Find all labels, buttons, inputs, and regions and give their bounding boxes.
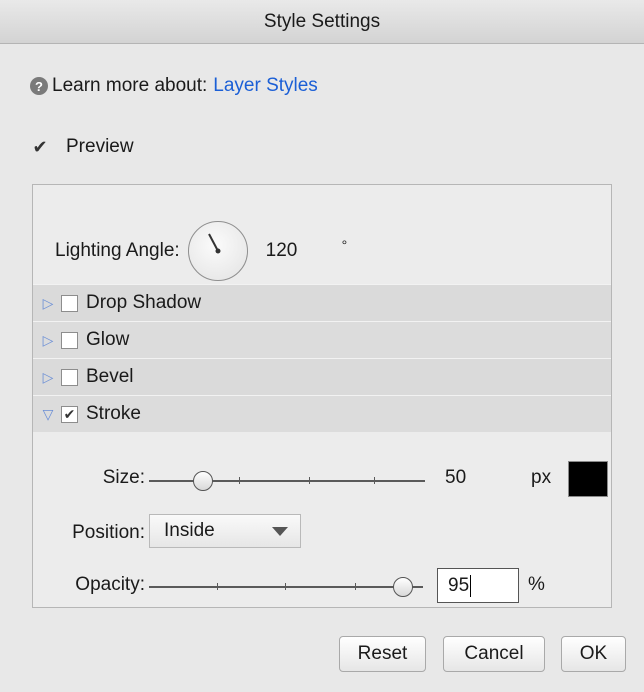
size-slider[interactable] (149, 471, 425, 491)
text-cursor (470, 574, 472, 597)
slider-tick (309, 477, 310, 484)
position-value: Inside (164, 520, 215, 541)
preview-label: Preview (66, 136, 134, 157)
disclosure-right-icon[interactable]: ▷ (41, 332, 55, 349)
slider-tick (355, 583, 356, 590)
effect-row-bevel[interactable]: ▷ Bevel (33, 358, 611, 395)
learn-more: ? Learn more about: Layer Styles (30, 72, 318, 100)
layer-styles-link[interactable]: Layer Styles (213, 75, 318, 97)
effect-label: Glow (86, 329, 130, 350)
effect-row-stroke[interactable]: ▽ ✔ Stroke (33, 395, 611, 432)
disclosure-down-icon[interactable]: ▽ (41, 406, 55, 423)
dial-needle-icon (207, 233, 221, 254)
effect-row-glow[interactable]: ▷ Glow (33, 321, 611, 358)
slider-tick (217, 583, 218, 590)
opacity-unit: % (528, 574, 545, 595)
lighting-angle-dial[interactable] (187, 221, 248, 281)
opacity-value: 95 (448, 574, 470, 596)
opacity-label: Opacity: (75, 574, 145, 595)
effects-list: ▷ Drop Shadow ▷ Glow ▷ Bevel ▽ ✔ Stroke (33, 284, 611, 432)
stroke-color-swatch[interactable] (568, 461, 608, 497)
preview-checkbox[interactable]: ✔ (31, 138, 49, 156)
position-label: Position: (72, 522, 145, 543)
bevel-checkbox[interactable] (61, 368, 78, 386)
opacity-slider-knob[interactable] (393, 577, 413, 597)
stroke-checkbox[interactable]: ✔ (61, 405, 78, 423)
cancel-button[interactable]: Cancel (443, 636, 545, 672)
slider-tick (374, 477, 375, 484)
style-panel: Lighting Angle: 120 ° ▷ Drop Shadow ▷ Gl… (32, 184, 612, 608)
effect-label: Stroke (86, 403, 141, 424)
lighting-angle-row: Lighting Angle: 120 ° (55, 221, 347, 281)
effect-label: Drop Shadow (86, 292, 202, 313)
position-select[interactable]: Inside (149, 514, 301, 548)
disclosure-right-icon[interactable]: ▷ (41, 295, 55, 312)
chevron-down-icon (272, 527, 288, 536)
disclosure-right-icon[interactable]: ▷ (41, 369, 55, 386)
effect-label: Bevel (86, 366, 134, 387)
lighting-angle-input[interactable]: 120 (266, 240, 320, 262)
opacity-input[interactable]: 95 (437, 568, 519, 603)
degree-unit: ° (341, 237, 348, 253)
ok-button[interactable]: OK (561, 636, 626, 672)
help-icon: ? (30, 77, 48, 95)
size-unit: px (531, 467, 552, 488)
size-value[interactable]: 50 (445, 467, 466, 489)
slider-tick (239, 477, 240, 484)
drop-shadow-checkbox[interactable] (61, 294, 78, 312)
effect-row-drop-shadow[interactable]: ▷ Drop Shadow (33, 284, 611, 321)
stroke-settings: Size: 50 px Position: Inside Opacity: 95… (33, 447, 611, 607)
lighting-angle-label: Lighting Angle: (55, 240, 180, 261)
preview-option[interactable]: ✔ Preview (31, 136, 134, 158)
size-label: Size: (102, 467, 145, 488)
learn-more-label: Learn more about: (52, 75, 208, 96)
opacity-slider[interactable] (149, 577, 423, 597)
glow-checkbox[interactable] (61, 331, 78, 349)
window-title: Style Settings (0, 0, 644, 44)
reset-button[interactable]: Reset (339, 636, 426, 672)
slider-tick (285, 583, 286, 590)
size-slider-knob[interactable] (193, 471, 213, 491)
